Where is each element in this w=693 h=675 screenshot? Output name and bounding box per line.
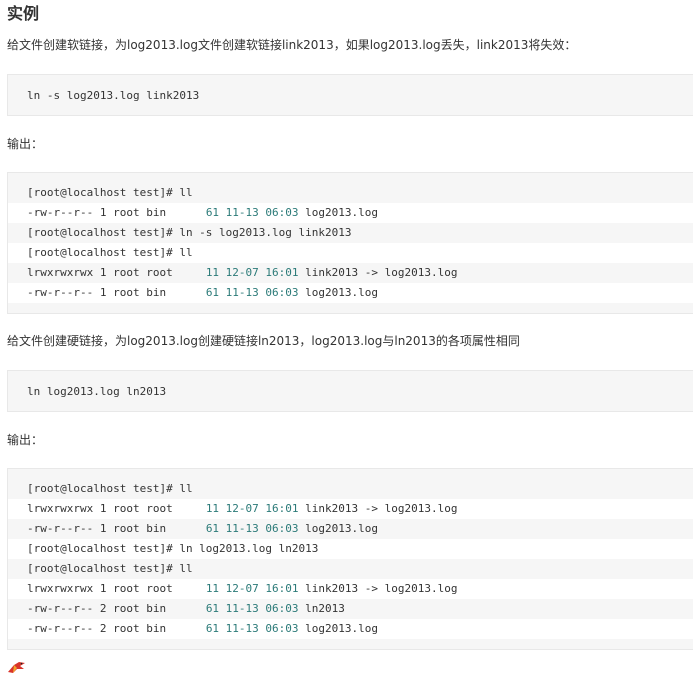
- code-line: [root@localhost test]# ln -s log2013.log…: [8, 223, 693, 243]
- output-label: 输出：: [7, 433, 44, 447]
- code-line: -rw-r--r-- 1 root bin 61 11-13 06:03 log…: [8, 283, 693, 303]
- code-text: -rw-r--r-- 1 root bin: [27, 286, 206, 299]
- code-line: -rw-r--r-- 2 root bin 61 11-13 06:03 log…: [8, 619, 693, 639]
- code-text: log2013.log: [298, 622, 379, 635]
- code-line: lrwxrwxrwx 1 root root 11 12-07 16:01 li…: [8, 499, 693, 519]
- hard-link-description: 给文件创建硬链接，为log2013.log创建硬链接ln2013，log2013…: [7, 334, 520, 348]
- code-text: lrwxrwxrwx 1 root root: [27, 266, 206, 279]
- code-line: [root@localhost test]# ll: [8, 479, 693, 499]
- code-text: [root@localhost test]# ll: [27, 482, 193, 495]
- code-number: 61 11-13 06:03: [205, 286, 299, 299]
- code-number: 61 11-13 06:03: [205, 622, 299, 635]
- code-number: 61 11-13 06:03: [205, 602, 299, 615]
- bird-icon[interactable]: [6, 660, 28, 675]
- code-number: 11 12-07 16:01: [205, 266, 299, 279]
- code-line: [root@localhost test]# ln log2013.log ln…: [8, 539, 693, 559]
- intro-text: 给文件创建软链接，为log2013.log文件创建软链接link2013，如果l…: [7, 38, 577, 52]
- code-text: link2013 -> log2013.log: [298, 582, 458, 595]
- code-line: ln log2013.log ln2013: [27, 385, 167, 398]
- code-text: [root@localhost test]# ll: [27, 562, 193, 575]
- code-text: [root@localhost test]# ln log2013.log ln…: [27, 542, 319, 555]
- code-text: [root@localhost test]# ll: [27, 246, 193, 259]
- code-line: [root@localhost test]# ll: [8, 183, 693, 203]
- code-text: lrwxrwxrwx 1 root root: [27, 502, 206, 515]
- code-text: [root@localhost test]# ll: [27, 186, 193, 199]
- code-text: log2013.log: [298, 206, 379, 219]
- code-block-output-2: [root@localhost test]# ll lrwxrwxrwx 1 ro…: [7, 468, 693, 650]
- code-line: [root@localhost test]# ll: [8, 243, 693, 263]
- code-line: [root@localhost test]# ll: [8, 559, 693, 579]
- code-text: [root@localhost test]# ln -s log2013.log…: [27, 226, 352, 239]
- code-number: 11 12-07 16:01: [205, 502, 299, 515]
- code-number: 61 11-13 06:03: [205, 206, 299, 219]
- code-line: -rw-r--r-- 1 root bin 61 11-13 06:03 log…: [8, 203, 693, 223]
- code-line: -rw-r--r-- 2 root bin 61 11-13 06:03 ln2…: [8, 599, 693, 619]
- code-line: -rw-r--r-- 1 root bin 61 11-13 06:03 log…: [8, 519, 693, 539]
- section-title: 实例: [7, 4, 40, 23]
- code-number: 61 11-13 06:03: [205, 522, 299, 535]
- code-number: 11 12-07 16:01: [205, 582, 299, 595]
- code-text: -rw-r--r-- 2 root bin: [27, 602, 206, 615]
- code-text: ln2013: [298, 602, 345, 615]
- code-text: lrwxrwxrwx 1 root root: [27, 582, 206, 595]
- code-text: link2013 -> log2013.log: [298, 266, 458, 279]
- code-block-hardlink-command: ln log2013.log ln2013: [7, 370, 693, 412]
- code-block-softlink-command: ln -s log2013.log link2013: [7, 74, 693, 116]
- code-text: log2013.log: [298, 286, 379, 299]
- code-text: -rw-r--r-- 2 root bin: [27, 622, 206, 635]
- code-line: lrwxrwxrwx 1 root root 11 12-07 16:01 li…: [8, 263, 693, 283]
- code-text: -rw-r--r-- 1 root bin: [27, 522, 206, 535]
- code-text: link2013 -> log2013.log: [298, 502, 458, 515]
- code-block-output-1: [root@localhost test]# ll -rw-r--r-- 1 ro…: [7, 172, 693, 314]
- code-line: lrwxrwxrwx 1 root root 11 12-07 16:01 li…: [8, 579, 693, 599]
- code-text: -rw-r--r-- 1 root bin: [27, 206, 206, 219]
- code-text: log2013.log: [298, 522, 379, 535]
- output-label: 输出：: [7, 137, 44, 151]
- code-line: ln -s log2013.log link2013: [27, 89, 200, 102]
